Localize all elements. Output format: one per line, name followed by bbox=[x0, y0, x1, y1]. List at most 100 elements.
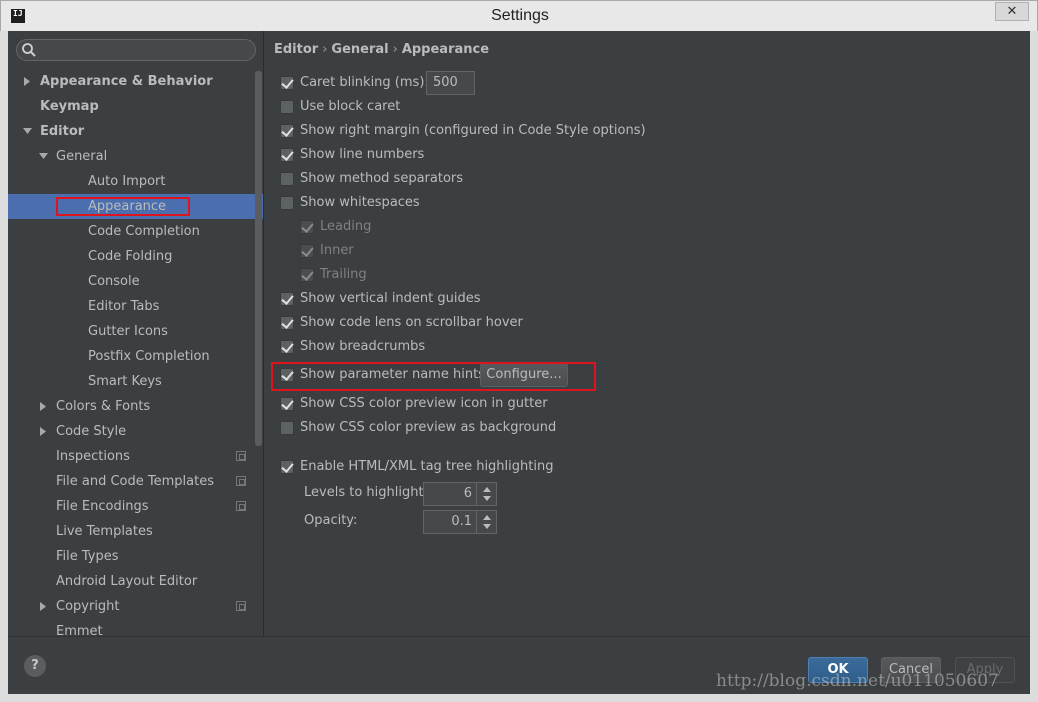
sidebar-item-gutter-icons[interactable]: Gutter Icons bbox=[8, 319, 263, 344]
show-vertical-indent-guides-checkbox[interactable] bbox=[280, 292, 294, 306]
sidebar-item-code-completion[interactable]: Code Completion bbox=[8, 219, 263, 244]
breadcrumb: Editor › General › Appearance bbox=[274, 42, 489, 57]
sidebar-item-label: Editor bbox=[40, 124, 85, 139]
use-block-caret-label: Use block caret bbox=[300, 99, 401, 114]
collapsed-arrow-icon[interactable] bbox=[38, 394, 50, 419]
show-line-numbers-checkbox[interactable] bbox=[280, 148, 294, 162]
sidebar-item-label: Appearance & Behavior bbox=[40, 74, 213, 89]
inner-checkbox bbox=[300, 244, 314, 258]
project-settings-icon bbox=[236, 501, 246, 511]
sidebar-item-code-style[interactable]: Code Style bbox=[8, 419, 263, 444]
expanded-arrow-icon[interactable] bbox=[22, 119, 34, 144]
show-breadcrumbs-checkbox[interactable] bbox=[280, 340, 294, 354]
caret-blinking-ms-field[interactable]: 500 bbox=[426, 71, 475, 95]
sidebar-item-colors-fonts[interactable]: Colors & Fonts bbox=[8, 394, 263, 419]
project-settings-icon bbox=[236, 476, 246, 486]
show-whitespaces-checkbox[interactable] bbox=[280, 196, 294, 210]
settings-search-input[interactable] bbox=[16, 39, 256, 61]
sidebar-item-label: General bbox=[56, 149, 108, 164]
show-code-lens-checkbox[interactable] bbox=[280, 316, 294, 330]
sidebar-item-appearance[interactable]: Appearance bbox=[8, 194, 263, 219]
sidebar-item-label: Code Style bbox=[56, 424, 127, 439]
search-icon bbox=[22, 43, 36, 57]
enable-tag-tree-label: Enable HTML/XML tag tree highlighting bbox=[300, 459, 554, 474]
project-settings-icon bbox=[236, 601, 246, 611]
use-block-caret-checkbox[interactable] bbox=[280, 100, 294, 114]
collapsed-arrow-icon[interactable] bbox=[38, 594, 50, 619]
show-breadcrumbs-label: Show breadcrumbs bbox=[300, 339, 426, 354]
window-title: Settings bbox=[491, 7, 549, 24]
sidebar-item-copyright[interactable]: Copyright bbox=[8, 594, 263, 619]
show-method-separators-checkbox[interactable] bbox=[280, 172, 294, 186]
spinner-arrows[interactable] bbox=[476, 483, 496, 505]
leading-label: Leading bbox=[320, 219, 372, 234]
sidebar-item-file-and-code-templates[interactable]: File and Code Templates bbox=[8, 469, 263, 494]
sidebar-item-auto-import[interactable]: Auto Import bbox=[8, 169, 263, 194]
sidebar-item-label: Colors & Fonts bbox=[56, 399, 151, 414]
sidebar-scrollbar[interactable] bbox=[255, 71, 262, 446]
sidebar-item-label: Inspections bbox=[56, 449, 130, 464]
sidebar-item-label: Android Layout Editor bbox=[56, 574, 198, 589]
close-window-button[interactable]: ✕ bbox=[995, 2, 1029, 21]
sidebar-item-file-encodings[interactable]: File Encodings bbox=[8, 494, 263, 519]
trailing-label: Trailing bbox=[320, 267, 367, 282]
spinner-arrows[interactable] bbox=[476, 511, 496, 533]
sidebar-item-appearance-behavior[interactable]: Appearance & Behavior bbox=[8, 69, 263, 94]
sidebar-item-file-types[interactable]: File Types bbox=[8, 544, 263, 569]
sidebar-item-editor-tabs[interactable]: Editor Tabs bbox=[8, 294, 263, 319]
inner-label: Inner bbox=[320, 243, 354, 258]
show-right-margin-checkbox[interactable] bbox=[280, 124, 294, 138]
sidebar-item-editor[interactable]: Editor bbox=[8, 119, 263, 144]
breadcrumb-separator: › bbox=[392, 42, 398, 57]
breadcrumb-item-appearance: Appearance bbox=[401, 42, 490, 57]
show-code-lens-label: Show code lens on scrollbar hover bbox=[300, 315, 523, 330]
sidebar-item-smart-keys[interactable]: Smart Keys bbox=[8, 369, 263, 394]
spinner-up-icon[interactable] bbox=[483, 487, 491, 492]
opacity-spinner[interactable]: 0.1 bbox=[423, 510, 497, 534]
show-vertical-indent-guides-label: Show vertical indent guides bbox=[300, 291, 481, 306]
settings-sidebar: Appearance & Behavior Keymap Editor General… bbox=[8, 31, 263, 636]
sidebar-item-inspections[interactable]: Inspections bbox=[8, 444, 263, 469]
show-css-color-preview-bg-checkbox[interactable] bbox=[280, 421, 294, 435]
sidebar-item-label: Copyright bbox=[56, 599, 120, 614]
show-css-color-preview-icon-label: Show CSS color preview icon in gutter bbox=[300, 396, 548, 411]
appearance-settings-panel: Editor › General › Appearance Caret blinking… bbox=[264, 31, 1030, 636]
enable-tag-tree-checkbox[interactable] bbox=[280, 460, 294, 474]
caret-blinking-label: Caret blinking (ms): bbox=[300, 75, 429, 90]
show-line-numbers-label: Show line numbers bbox=[300, 147, 425, 162]
show-css-color-preview-icon-checkbox[interactable] bbox=[280, 397, 294, 411]
highlight-annotation bbox=[56, 197, 190, 216]
sidebar-item-postfix-completion[interactable]: Postfix Completion bbox=[8, 344, 263, 369]
spinner-down-icon[interactable] bbox=[483, 496, 491, 501]
sidebar-item-label: Auto Import bbox=[88, 174, 166, 189]
trailing-checkbox bbox=[300, 268, 314, 282]
levels-to-highlight-value: 6 bbox=[463, 486, 472, 501]
spinner-down-icon[interactable] bbox=[483, 524, 491, 529]
sidebar-item-console[interactable]: Console bbox=[8, 269, 263, 294]
sidebar-item-label: Smart Keys bbox=[88, 374, 162, 389]
levels-to-highlight-label: Levels to highlight: bbox=[304, 485, 428, 500]
caret-blinking-checkbox[interactable] bbox=[280, 76, 294, 90]
leading-checkbox bbox=[300, 220, 314, 234]
expanded-arrow-icon[interactable] bbox=[38, 144, 50, 169]
show-css-color-preview-bg-label: Show CSS color preview as background bbox=[300, 420, 557, 435]
collapsed-arrow-icon[interactable] bbox=[38, 419, 50, 444]
title-bar: IJ Settings ✕ bbox=[0, 0, 1038, 31]
show-method-separators-label: Show method separators bbox=[300, 171, 464, 186]
sidebar-item-live-templates[interactable]: Live Templates bbox=[8, 519, 263, 544]
watermark-text: http://blog.csdn.net/u011050607 bbox=[716, 671, 999, 691]
breadcrumb-item-editor: Editor bbox=[274, 42, 319, 57]
sidebar-item-code-folding[interactable]: Code Folding bbox=[8, 244, 263, 269]
collapsed-arrow-icon[interactable] bbox=[22, 69, 34, 94]
sidebar-item-android-layout-editor[interactable]: Android Layout Editor bbox=[8, 569, 263, 594]
sidebar-item-emmet[interactable]: Emmet bbox=[8, 619, 263, 636]
help-button[interactable]: ? bbox=[24, 655, 46, 677]
sidebar-item-general[interactable]: General bbox=[8, 144, 263, 169]
sidebar-item-label: Emmet bbox=[56, 624, 103, 636]
sidebar-item-label: File Encodings bbox=[56, 499, 149, 514]
sidebar-item-label: File Types bbox=[56, 549, 119, 564]
spinner-up-icon[interactable] bbox=[483, 515, 491, 520]
show-right-margin-label: Show right margin (configured in Code St… bbox=[300, 123, 646, 138]
sidebar-item-keymap[interactable]: Keymap bbox=[8, 94, 263, 119]
levels-to-highlight-spinner[interactable]: 6 bbox=[423, 482, 497, 506]
